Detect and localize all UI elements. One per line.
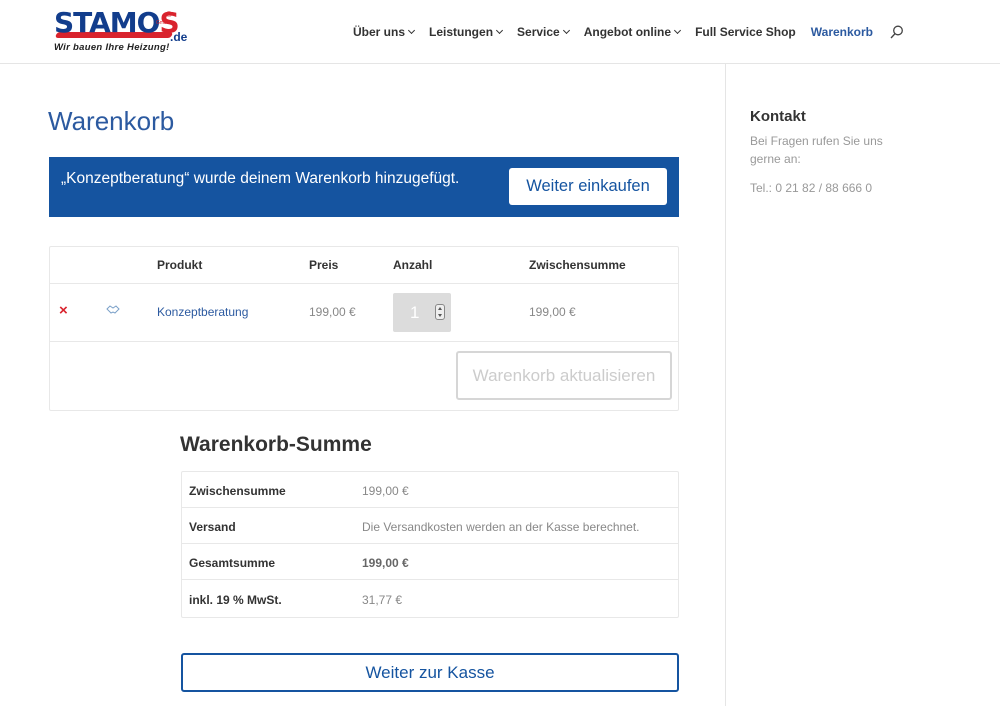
- nav-item-warenkorb[interactable]: Warenkorb: [811, 25, 873, 39]
- sidebar-divider: [725, 64, 726, 706]
- nav-item-angebot-online[interactable]: Angebot online: [583, 25, 682, 39]
- column-header-product: Produkt: [157, 258, 203, 272]
- column-header-quantity: Anzahl: [393, 258, 433, 272]
- totals-value: Die Versandkosten werden an der Kasse be…: [362, 520, 640, 534]
- chevron-down-icon: [562, 26, 570, 35]
- nav-item-leistungen[interactable]: Leistungen: [429, 25, 504, 39]
- nav-item-service[interactable]: Service: [517, 25, 570, 39]
- totals-value: 31,77 €: [362, 593, 403, 607]
- nav-item-full-service-shop[interactable]: Full Service Shop: [695, 25, 796, 39]
- spinner-icon[interactable]: [435, 304, 445, 320]
- chevron-down-icon: [495, 26, 504, 35]
- cart-totals-title: Warenkorb-Summe: [180, 433, 372, 456]
- sidebar-title: Kontakt: [750, 108, 806, 125]
- site-header: STAMOS GmbH ® .de Wir bauen Ihre Heizung…: [0, 0, 1000, 64]
- nav-item-label: Full Service Shop: [695, 25, 796, 39]
- notice-message: „Konzeptberatung“ wurde deinem Warenkorb…: [61, 170, 460, 187]
- product-price: 199,00 €: [309, 305, 356, 319]
- logo[interactable]: STAMOS GmbH ® .de Wir bauen Ihre Heizung…: [54, 8, 188, 56]
- chevron-down-icon: [407, 26, 416, 35]
- nav-item-label: Leistungen: [429, 25, 494, 39]
- logo-registered-mark: ®: [166, 10, 172, 19]
- logo-domain: .de: [170, 30, 188, 44]
- nav-item-label: Service: [517, 25, 560, 39]
- chevron-down-icon: [674, 26, 682, 35]
- table-row: × Konzeptberatung 199,00 € 1 199,00 €: [50, 284, 678, 342]
- quantity-stepper[interactable]: 1: [393, 293, 451, 332]
- logo-tagline: Wir bauen Ihre Heizung!: [54, 42, 170, 53]
- totals-row-total: Gesamtsumme 199,00 €: [182, 544, 678, 580]
- totals-label: inkl. 19 % MwSt.: [189, 593, 282, 607]
- page-title: Warenkorb: [48, 106, 175, 136]
- cart-totals-table: Zwischensumme 199,00 € Versand Die Versa…: [181, 471, 679, 618]
- totals-label: Versand: [189, 520, 236, 534]
- totals-label: Gesamtsumme: [189, 556, 276, 570]
- totals-row-shipping: Versand Die Versandkosten werden an der …: [182, 508, 678, 544]
- column-header-subtotal: Zwischensumme: [529, 258, 626, 272]
- nav-item-ueber-uns[interactable]: Über uns: [353, 25, 416, 39]
- cart-notice: „Konzeptberatung“ wurde deinem Warenkorb…: [49, 157, 679, 217]
- logo-gmbh-mark: GmbH: [156, 20, 171, 26]
- cart-table-header: Produkt Preis Anzahl Zwischensumme: [50, 247, 678, 284]
- column-header-price: Preis: [309, 258, 339, 272]
- search-icon[interactable]: [890, 25, 904, 39]
- totals-label: Zwischensumme: [189, 484, 286, 498]
- handshake-icon[interactable]: [106, 304, 120, 316]
- row-subtotal: 199,00 €: [529, 305, 576, 319]
- remove-item-icon[interactable]: ×: [59, 303, 68, 318]
- continue-shopping-button[interactable]: Weiter einkaufen: [509, 168, 667, 205]
- sidebar-text: Bei Fragen rufen Sie uns gerne an:: [750, 134, 883, 166]
- totals-value: 199,00 €: [362, 484, 409, 498]
- totals-row-subtotal: Zwischensumme 199,00 €: [182, 472, 678, 508]
- totals-row-tax: inkl. 19 % MwSt. 31,77 €: [182, 581, 678, 617]
- sidebar-phone: Tel.: 0 21 82 / 88 666 0: [750, 181, 873, 195]
- nav-item-label: Warenkorb: [810, 25, 873, 39]
- product-link[interactable]: Konzeptberatung: [157, 305, 248, 319]
- update-cart-button[interactable]: Warenkorb aktualisieren: [456, 351, 672, 400]
- checkout-button[interactable]: Weiter zur Kasse: [181, 653, 679, 692]
- quantity-value: 1: [410, 303, 420, 322]
- cart-table: Produkt Preis Anzahl Zwischensumme × Kon…: [49, 246, 679, 411]
- nav-item-label: Angebot online: [583, 25, 672, 39]
- main-nav: Über uns Leistungen Service Angebot onli…: [338, 24, 873, 40]
- totals-value: 199,00 €: [362, 556, 409, 570]
- nav-item-label: Über uns: [353, 25, 406, 39]
